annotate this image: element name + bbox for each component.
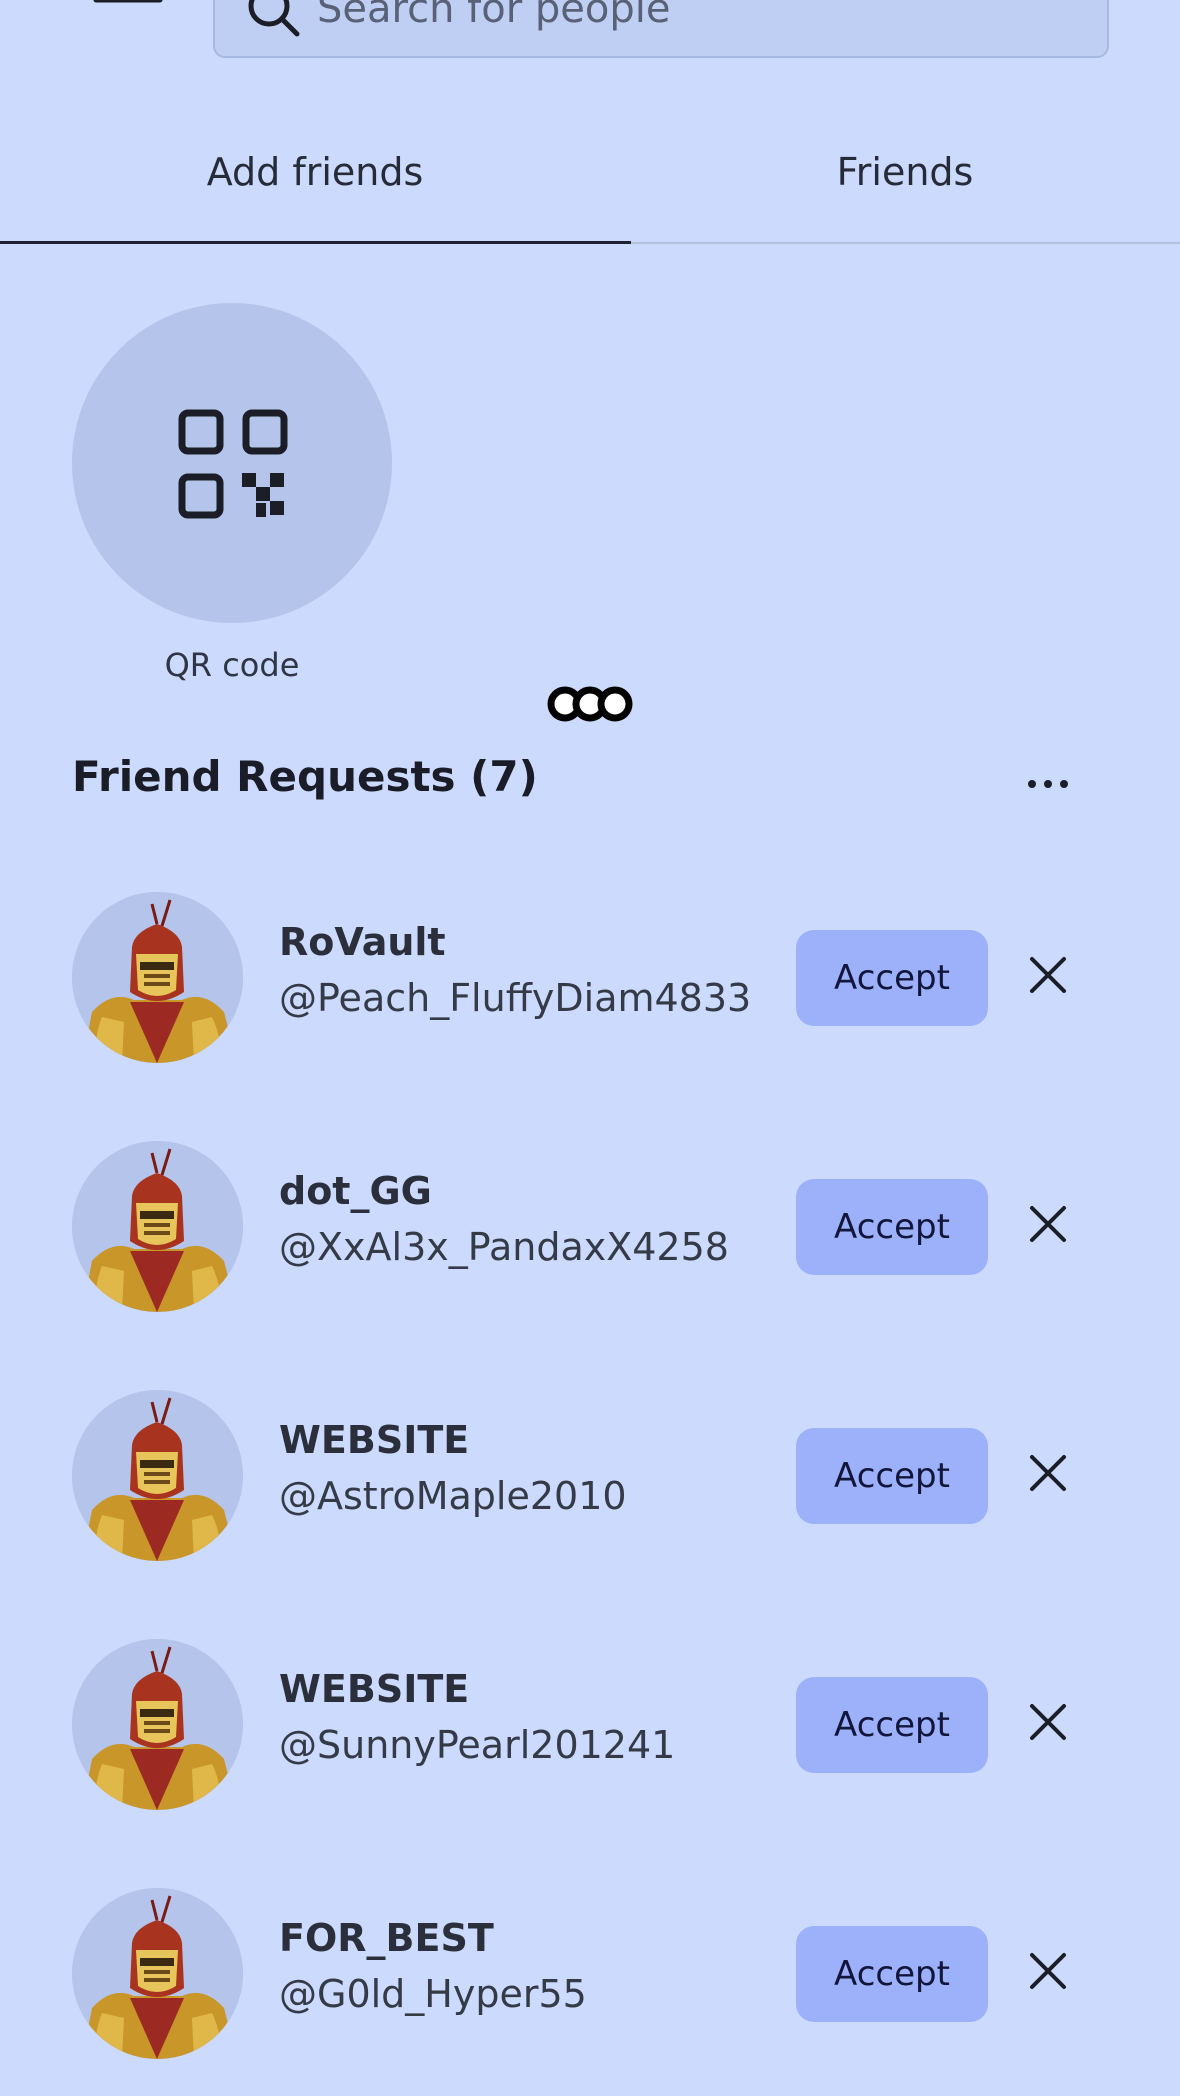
- request-handle: @Peach_FluffyDiam4833: [279, 976, 752, 1020]
- friend-request-row: WEBSITE @AstroMaple2010 Accept: [0, 1390, 1180, 1562]
- tab-bar: Add friends Friends: [0, 118, 1180, 244]
- knight-avatar-icon: [72, 892, 243, 1063]
- arrow-left-icon: [93, 0, 163, 3]
- knight-avatar-icon: [72, 1141, 243, 1312]
- search-bar[interactable]: [213, 0, 1109, 58]
- avatar[interactable]: [72, 892, 243, 1063]
- decline-button[interactable]: [1018, 1443, 1078, 1503]
- request-name: WEBSITE: [279, 1667, 470, 1711]
- back-button[interactable]: [84, 0, 174, 20]
- avatar[interactable]: [72, 1888, 243, 2059]
- qr-code-button[interactable]: [72, 303, 392, 623]
- decline-button[interactable]: [1018, 1692, 1078, 1752]
- top-bar: [0, 0, 1180, 70]
- tab-friends-label: Friends: [836, 150, 974, 194]
- request-name: RoVault: [279, 920, 446, 964]
- request-name: WEBSITE: [279, 1418, 470, 1462]
- tab-friends[interactable]: Friends: [590, 118, 1180, 242]
- avatar[interactable]: [72, 1639, 243, 1810]
- more-horizontal-icon: [1028, 780, 1068, 788]
- decline-button[interactable]: [1018, 1194, 1078, 1254]
- more-options-button[interactable]: [1022, 762, 1078, 802]
- friend-request-row: FOR_BEST @G0ld_Hyper55 Accept: [0, 1888, 1180, 2060]
- friend-request-row: RoVault @Peach_FluffyDiam4833 Accept: [0, 892, 1180, 1064]
- close-icon: [1030, 1953, 1066, 1989]
- qr-code-icon: [178, 409, 288, 519]
- decline-button[interactable]: [1018, 945, 1078, 1005]
- avatar[interactable]: [72, 1141, 243, 1312]
- active-tab-indicator: [0, 241, 631, 244]
- search-icon: [248, 0, 300, 37]
- accept-button[interactable]: Accept: [796, 1926, 988, 2022]
- accept-button[interactable]: Accept: [796, 1677, 988, 1773]
- friend-request-row: dot_GG @XxAl3x_PandaxX4258 Accept: [0, 1141, 1180, 1313]
- accept-button[interactable]: Accept: [796, 930, 988, 1026]
- request-handle: @XxAl3x_PandaxX4258: [279, 1225, 729, 1269]
- qr-code-label: QR code: [164, 646, 300, 684]
- request-name: dot_GG: [279, 1169, 432, 1213]
- request-name: FOR_BEST: [279, 1916, 494, 1960]
- request-handle: @AstroMaple2010: [279, 1474, 627, 1518]
- knight-avatar-icon: [72, 1888, 243, 2059]
- knight-avatar-icon: [72, 1390, 243, 1561]
- accept-button[interactable]: Accept: [796, 1428, 988, 1524]
- loading-dots-icon: [547, 686, 633, 722]
- tab-add-friends-label: Add friends: [206, 150, 424, 194]
- decline-button[interactable]: [1018, 1941, 1078, 2001]
- tab-add-friends[interactable]: Add friends: [0, 118, 631, 244]
- request-handle: @G0ld_Hyper55: [279, 1972, 587, 2016]
- knight-avatar-icon: [72, 1639, 243, 1810]
- avatar[interactable]: [72, 1390, 243, 1561]
- close-icon: [1030, 957, 1066, 993]
- request-handle: @SunnyPearl201241: [279, 1723, 676, 1767]
- friend-requests-title: Friend Requests (7): [72, 752, 538, 801]
- close-icon: [1030, 1455, 1066, 1491]
- close-icon: [1030, 1704, 1066, 1740]
- close-icon: [1030, 1206, 1066, 1242]
- search-input[interactable]: [317, 0, 1077, 56]
- friend-request-row: WEBSITE @SunnyPearl201241 Accept: [0, 1639, 1180, 1811]
- accept-button[interactable]: Accept: [796, 1179, 988, 1275]
